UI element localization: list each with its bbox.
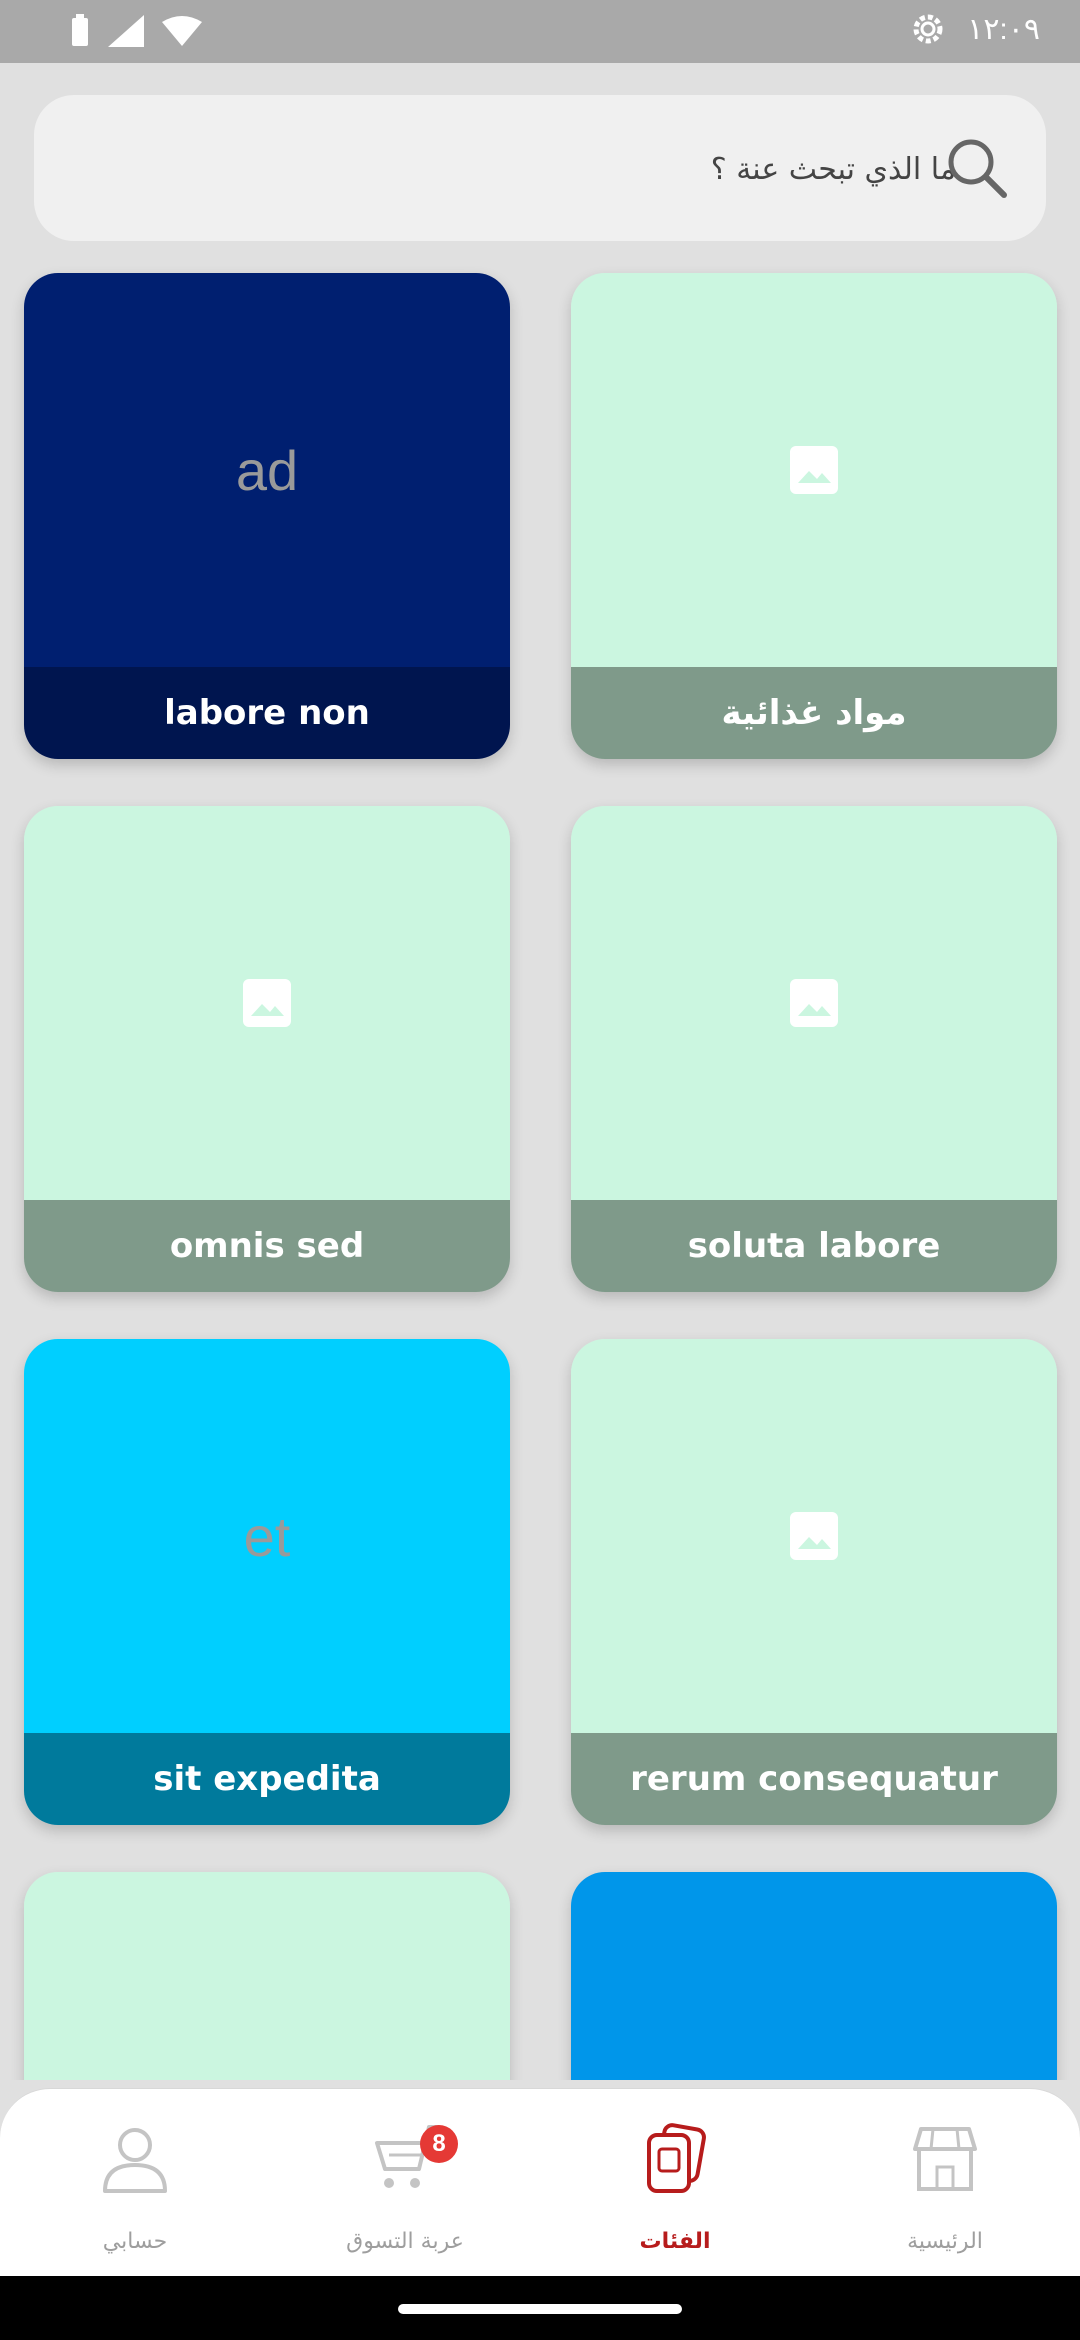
category-thumbnail: et (24, 1339, 510, 1733)
category-tile[interactable]: مواد غذائية (571, 273, 1057, 759)
nav-item-cart[interactable]: 8 عربة التسوق (270, 2089, 540, 2277)
category-thumbnail: ad (24, 273, 510, 667)
category-label: مواد غذائية (571, 667, 1057, 759)
category-thumbnail (24, 1872, 510, 2080)
category-tile[interactable] (24, 1872, 510, 2080)
category-thumbnail (571, 273, 1057, 667)
category-grid: ad labore non مواد غذائية omnis sed solu… (0, 0, 1080, 2080)
category-tile[interactable]: et sit expedita (24, 1339, 510, 1825)
category-thumbnail (571, 1339, 1057, 1733)
nav-label-home: الرئيسية (907, 2229, 983, 2254)
category-tile[interactable]: ad labore non (24, 273, 510, 759)
category-label: rerum consequatur (571, 1733, 1057, 1825)
nav-label-account: حسابي (102, 2229, 168, 2254)
cart-count-badge: 8 (420, 2125, 458, 2163)
category-tile[interactable] (571, 1872, 1057, 2080)
home-gesture-bar[interactable] (398, 2304, 682, 2314)
image-placeholder-icon (790, 979, 838, 1027)
nav-label-cart: عربة التسوق (346, 2229, 464, 2254)
image-placeholder-icon (790, 1512, 838, 1560)
category-label: soluta labore (571, 1200, 1057, 1292)
category-thumbnail (24, 806, 510, 1200)
image-placeholder-icon (790, 446, 838, 494)
category-thumbnail (571, 1872, 1057, 2080)
category-thumbnail (571, 806, 1057, 1200)
nav-item-categories[interactable]: الفئات (540, 2089, 810, 2277)
category-tile[interactable]: omnis sed (24, 806, 510, 1292)
thumbnail-placeholder-text: et (243, 1504, 291, 1568)
nav-item-account[interactable]: حسابي (0, 2089, 270, 2277)
categories-icon (647, 2123, 706, 2193)
nav-item-home[interactable]: الرئيسية (810, 2089, 1080, 2277)
store-icon (913, 2127, 977, 2191)
category-label: omnis sed (24, 1200, 510, 1292)
image-placeholder-icon (243, 979, 291, 1027)
person-icon (103, 2128, 167, 2193)
category-tile[interactable]: soluta labore (571, 806, 1057, 1292)
category-tile[interactable]: rerum consequatur (571, 1339, 1057, 1825)
nav-label-categories: الفئات (639, 2229, 711, 2254)
category-label: sit expedita (24, 1733, 510, 1825)
system-navigation-bar (0, 2276, 1080, 2340)
thumbnail-placeholder-text: ad (235, 438, 299, 502)
category-label: labore non (24, 667, 510, 759)
bottom-navigation: حسابي 8 عربة التسوق الفئات الرئيسية (0, 2088, 1080, 2277)
